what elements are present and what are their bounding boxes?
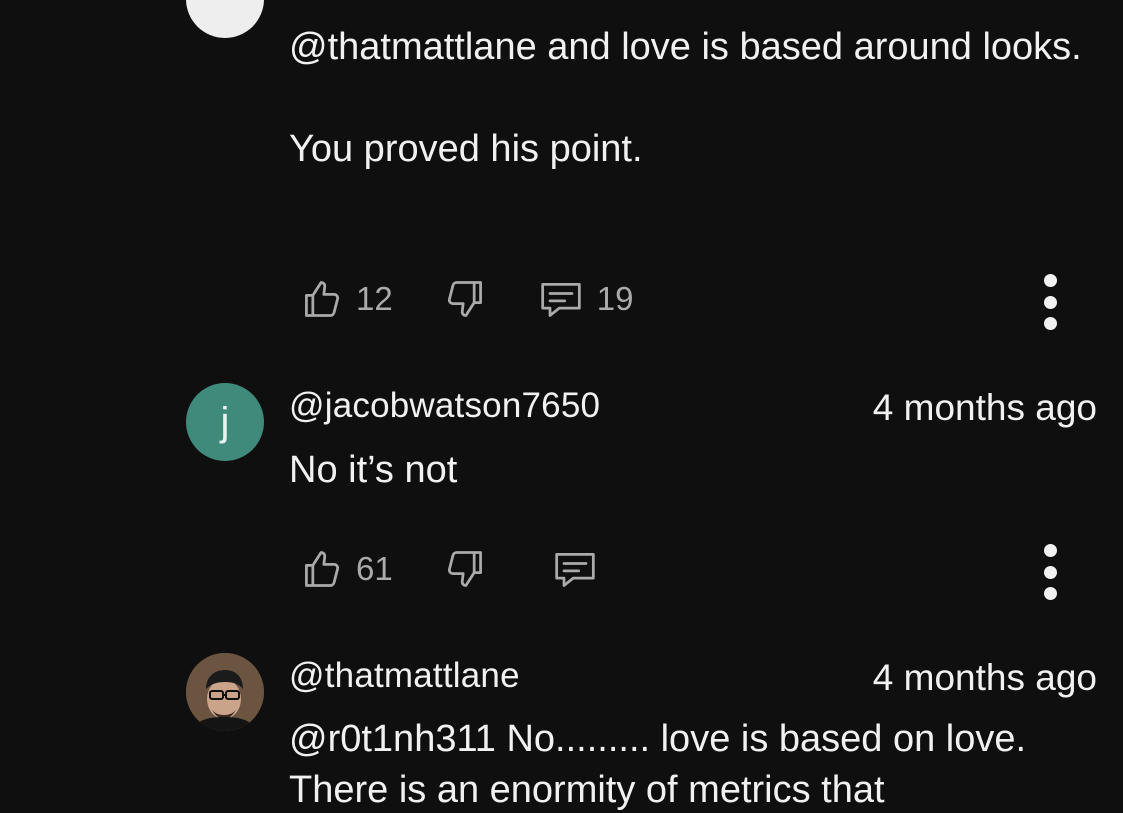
thumbs-up-icon [300, 547, 344, 591]
more-vertical-icon [1043, 544, 1057, 557]
thumbs-up-icon [300, 277, 344, 321]
comment-actions: 61 [300, 544, 599, 594]
like-button[interactable]: 61 [300, 547, 393, 591]
dislike-button[interactable] [443, 547, 487, 591]
avatar[interactable]: j [186, 383, 264, 461]
comment-time: 4 months ago [872, 387, 1097, 428]
avatar-letter: j [220, 399, 230, 444]
thumbs-down-icon [443, 277, 487, 321]
reply-comment-icon [537, 277, 585, 321]
more-vertical-icon [1043, 274, 1057, 287]
avatar[interactable] [186, 653, 264, 731]
dislike-button[interactable] [443, 277, 487, 321]
avatar-photo [186, 653, 264, 731]
reply-button[interactable] [551, 547, 599, 591]
reply-comment-icon [551, 547, 599, 591]
comment-body: No it’s not [289, 449, 458, 491]
thumbs-down-icon [443, 547, 487, 591]
reply-button[interactable]: 19 [537, 277, 634, 321]
comment-author[interactable]: @jacobwatson7650 [289, 386, 600, 426]
comment-body: @r0t1nh311 No......... love is based on … [289, 718, 1027, 811]
comment-body: @thatmattlane and love is based around l… [289, 26, 1082, 170]
reply-count: 19 [596, 280, 634, 317]
comments-feed: @thatmattlane and love is based around l… [0, 0, 1123, 813]
like-button[interactable]: 12 [300, 277, 393, 321]
comment-time: 4 months ago [872, 657, 1097, 698]
comment-actions: 12 19 [300, 274, 633, 324]
like-count: 61 [356, 550, 393, 587]
avatar[interactable] [186, 0, 264, 38]
like-count: 12 [356, 280, 393, 317]
more-options-button[interactable] [1036, 544, 1064, 600]
more-options-button[interactable] [1036, 274, 1064, 330]
comment-author[interactable]: @thatmattlane [289, 656, 520, 696]
